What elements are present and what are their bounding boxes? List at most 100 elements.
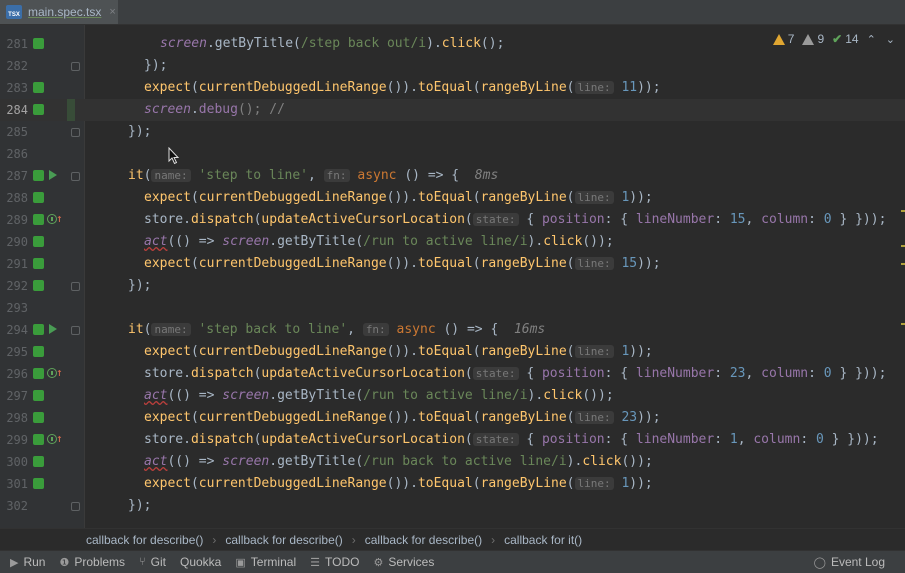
scrollbar-marker[interactable]	[901, 263, 905, 265]
code-token: ();	[480, 36, 505, 51]
code-line[interactable]: 299 ↑ store.dispatch (updateActiveCursorLoc…	[0, 429, 905, 451]
code-line[interactable]: 285});	[0, 121, 905, 143]
code-line[interactable]: 290 act(() => screen.getByTitle(/run to a…	[0, 231, 905, 253]
code-line[interactable]: 286	[0, 143, 905, 165]
tool-window-terminal[interactable]: ▣ Terminal	[235, 555, 296, 569]
code-line[interactable]: 298 expect(currentDebuggedLineRange()).to…	[0, 407, 905, 429]
breakpoint-icon[interactable]	[33, 346, 44, 357]
code-line[interactable]: 284 screen.debug(); //	[0, 99, 905, 121]
ok-count[interactable]: ✔ 14	[832, 32, 858, 46]
line-number[interactable]: 288	[0, 187, 28, 209]
change-marker[interactable]	[67, 99, 75, 121]
breakpoint-icon[interactable]	[33, 192, 44, 203]
line-number[interactable]: 289	[0, 209, 28, 231]
tool-window-services[interactable]: ⚙ Services	[373, 555, 434, 569]
previous-highlight-icon[interactable]: ⌃	[867, 33, 876, 46]
code-line[interactable]: 302});	[0, 495, 905, 517]
line-number[interactable]: 291	[0, 253, 28, 275]
tool-window-git[interactable]: ⑂ Git	[139, 555, 166, 569]
breakpoint-icon[interactable]	[33, 104, 44, 115]
breakpoint-icon[interactable]	[33, 412, 44, 423]
line-number[interactable]: 285	[0, 121, 28, 143]
code-token: (); //	[237, 102, 285, 117]
code-line[interactable]: 294 it(name: 'step back to line', fn: asy…	[0, 319, 905, 341]
run-test-icon[interactable]	[49, 170, 57, 180]
line-number[interactable]: 301	[0, 473, 28, 495]
breakpoint-icon[interactable]	[33, 390, 44, 401]
scrollbar-marker[interactable]	[901, 210, 905, 212]
run-test-icon[interactable]	[49, 324, 57, 334]
fold-toggle-icon[interactable]	[71, 62, 80, 71]
code-line[interactable]: 281 screen.getByTitle(/step back out/i).c…	[0, 33, 905, 55]
breakpoint-icon[interactable]	[33, 478, 44, 489]
line-number[interactable]: 302	[0, 495, 28, 517]
line-number[interactable]: 297	[0, 385, 28, 407]
code-line[interactable]: 287 it(name: 'step to line', fn: async ()…	[0, 165, 905, 187]
close-tab-icon[interactable]: ×	[109, 6, 115, 18]
tool-window-run[interactable]: ▶ Run	[10, 555, 45, 569]
line-number[interactable]: 295	[0, 341, 28, 363]
line-number[interactable]: 294	[0, 319, 28, 341]
line-number[interactable]: 299	[0, 429, 28, 451]
scrollbar-marker[interactable]	[901, 245, 905, 247]
code-editor[interactable]: 281 screen.getByTitle(/step back out/i).c…	[0, 25, 905, 528]
tool-window-todo[interactable]: ☰ TODO	[310, 555, 359, 569]
warnings-count[interactable]: 7	[772, 32, 794, 46]
editor-tab-main-spec[interactable]: TSX main.spec.tsx ×	[0, 0, 118, 24]
code-line[interactable]: 288 expect(currentDebuggedLineRange()).to…	[0, 187, 905, 209]
code-line[interactable]: 289 ↑ store.dispatch (updateActiveCursorLoc…	[0, 209, 905, 231]
tool-window-quokka[interactable]: Quokka	[180, 555, 221, 569]
fold-toggle-icon[interactable]	[71, 502, 80, 511]
inspection-widget[interactable]: 7 9 ✔ 14 ⌃ ⌄	[772, 30, 905, 48]
line-number[interactable]: 300	[0, 451, 28, 473]
breakpoint-icon[interactable]	[33, 170, 44, 181]
weak-warnings-count[interactable]: 9	[802, 32, 824, 46]
line-number[interactable]: 290	[0, 231, 28, 253]
breadcrumb-item[interactable]: callback for describe()	[365, 533, 482, 547]
line-number[interactable]: 281	[0, 33, 28, 55]
code-line[interactable]: 293	[0, 297, 905, 319]
line-number[interactable]: 298	[0, 407, 28, 429]
fold-toggle-icon[interactable]	[71, 128, 80, 137]
breadcrumb-item[interactable]: callback for it()	[504, 533, 582, 547]
fold-toggle-icon[interactable]	[71, 282, 80, 291]
code-line[interactable]: 297 act(() => screen.getByTitle(/run to a…	[0, 385, 905, 407]
breakpoint-icon[interactable]	[33, 368, 44, 379]
event-log-button[interactable]: ◯ Event Log	[814, 555, 885, 569]
tool-window-problems[interactable]: ❶ Problems	[59, 555, 125, 569]
breakpoint-icon[interactable]	[33, 258, 44, 269]
implements-arrow-icon[interactable]: ↑	[56, 213, 63, 225]
code-line[interactable]: 295 expect(currentDebuggedLineRange()).to…	[0, 341, 905, 363]
code-line[interactable]: 296 ↑ store.dispatch (updateActiveCursorLoc…	[0, 363, 905, 385]
line-number[interactable]: 292	[0, 275, 28, 297]
implements-arrow-icon[interactable]: ↑	[56, 367, 63, 379]
breakpoint-icon[interactable]	[33, 324, 44, 335]
code-line[interactable]: 292});	[0, 275, 905, 297]
breakpoint-icon[interactable]	[33, 214, 44, 225]
code-line[interactable]: 301 expect(currentDebuggedLineRange()).to…	[0, 473, 905, 495]
breakpoint-icon[interactable]	[33, 280, 44, 291]
line-number[interactable]: 296	[0, 363, 28, 385]
code-line[interactable]: 291 expect(currentDebuggedLineRange()).to…	[0, 253, 905, 275]
code-line[interactable]: 282});	[0, 55, 905, 77]
breakpoint-icon[interactable]	[33, 434, 44, 445]
line-number[interactable]: 293	[0, 297, 28, 319]
implements-arrow-icon[interactable]: ↑	[56, 433, 63, 445]
fold-toggle-icon[interactable]	[71, 326, 80, 335]
code-line[interactable]: 283 expect(currentDebuggedLineRange()).to…	[0, 77, 905, 99]
breakpoint-icon[interactable]	[33, 38, 44, 49]
line-number[interactable]: 287	[0, 165, 28, 187]
breadcrumb-item[interactable]: callback for describe()	[86, 533, 203, 547]
next-highlight-icon[interactable]: ⌄	[886, 33, 895, 46]
code-line[interactable]: 300 act(() => screen.getByTitle(/run back…	[0, 451, 905, 473]
line-number[interactable]: 282	[0, 55, 28, 77]
breakpoint-icon[interactable]	[33, 456, 44, 467]
scrollbar-marker[interactable]	[901, 323, 905, 325]
line-number[interactable]: 284	[0, 99, 28, 121]
line-number[interactable]: 286	[0, 143, 28, 165]
breakpoint-icon[interactable]	[33, 82, 44, 93]
breakpoint-icon[interactable]	[33, 236, 44, 247]
line-number[interactable]: 283	[0, 77, 28, 99]
breadcrumb-item[interactable]: callback for describe()	[225, 533, 342, 547]
fold-toggle-icon[interactable]	[71, 172, 80, 181]
